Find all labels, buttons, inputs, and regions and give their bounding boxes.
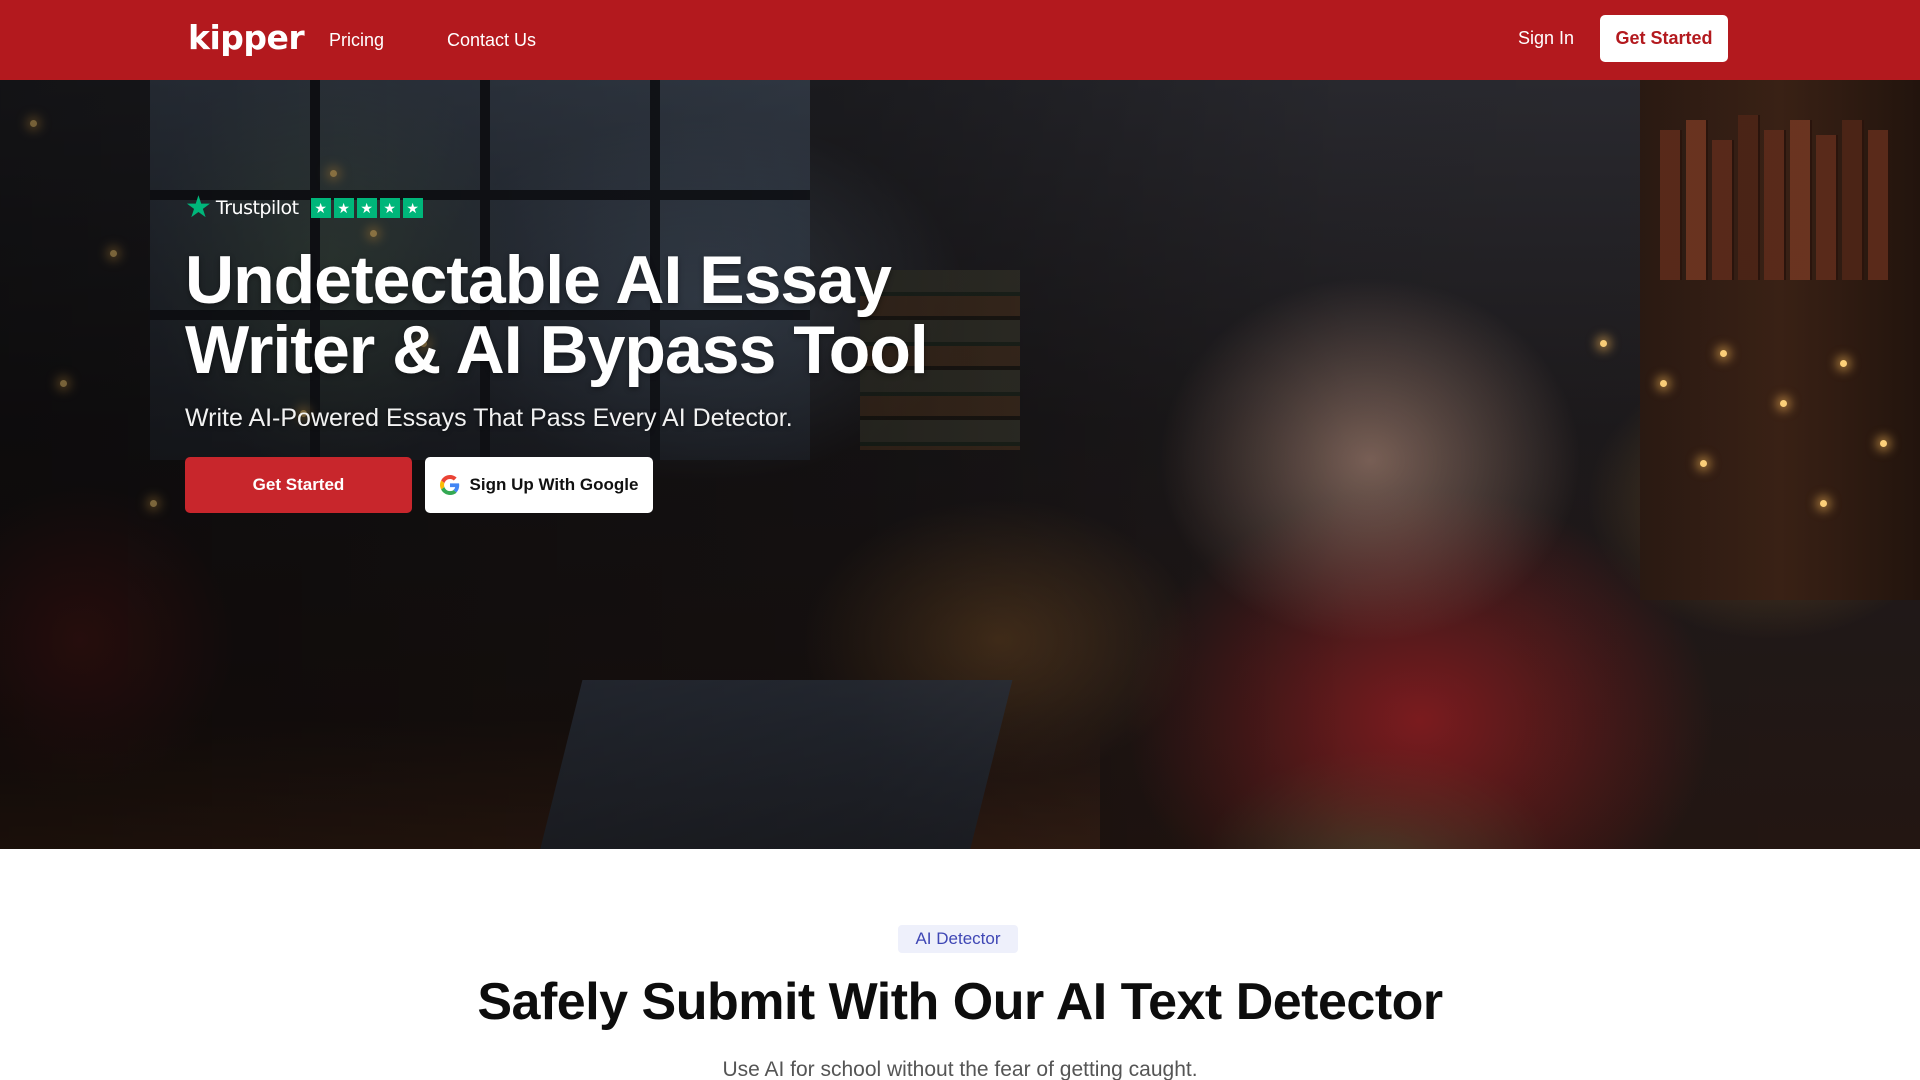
trustpilot-star-icon: ★ bbox=[185, 191, 212, 224]
google-icon bbox=[439, 475, 459, 495]
sign-in-link[interactable]: Sign In bbox=[1518, 28, 1574, 49]
star-icon: ★ bbox=[379, 198, 400, 218]
trustpilot-label: Trustpilot bbox=[215, 197, 299, 219]
star-icon: ★ bbox=[402, 198, 423, 218]
section-subtitle: Use AI for school without the fear of ge… bbox=[722, 1058, 1198, 1080]
kipper-logo[interactable]: kipper bbox=[188, 18, 305, 57]
star-icon: ★ bbox=[356, 198, 377, 218]
star-icon: ★ bbox=[333, 198, 354, 218]
google-button-label: Sign Up With Google bbox=[469, 475, 639, 494]
nav-link-contact-us[interactable]: Contact Us bbox=[447, 30, 536, 51]
nav-get-started-button[interactable]: Get Started bbox=[1600, 15, 1728, 62]
sign-up-with-google-button[interactable]: Sign Up With Google bbox=[425, 457, 653, 513]
hero-title: Undetectable AI Essay Writer & AI Bypass… bbox=[185, 242, 929, 388]
top-navbar: kipper Pricing Contact Us Sign In Get St… bbox=[0, 0, 1920, 80]
hero-subtitle: Write AI-Powered Essays That Pass Every … bbox=[185, 404, 793, 432]
section-title: Safely Submit With Our AI Text Detector bbox=[477, 973, 1443, 1031]
rating-stars: ★ ★ ★ ★ ★ bbox=[310, 198, 423, 218]
star-icon: ★ bbox=[310, 198, 331, 218]
nav-link-pricing[interactable]: Pricing bbox=[329, 30, 384, 51]
hero-get-started-button[interactable]: Get Started bbox=[185, 457, 412, 513]
trustpilot-rating: ★ Trustpilot ★ ★ ★ ★ ★ bbox=[185, 193, 423, 223]
ai-detector-badge: AI Detector bbox=[898, 925, 1018, 953]
